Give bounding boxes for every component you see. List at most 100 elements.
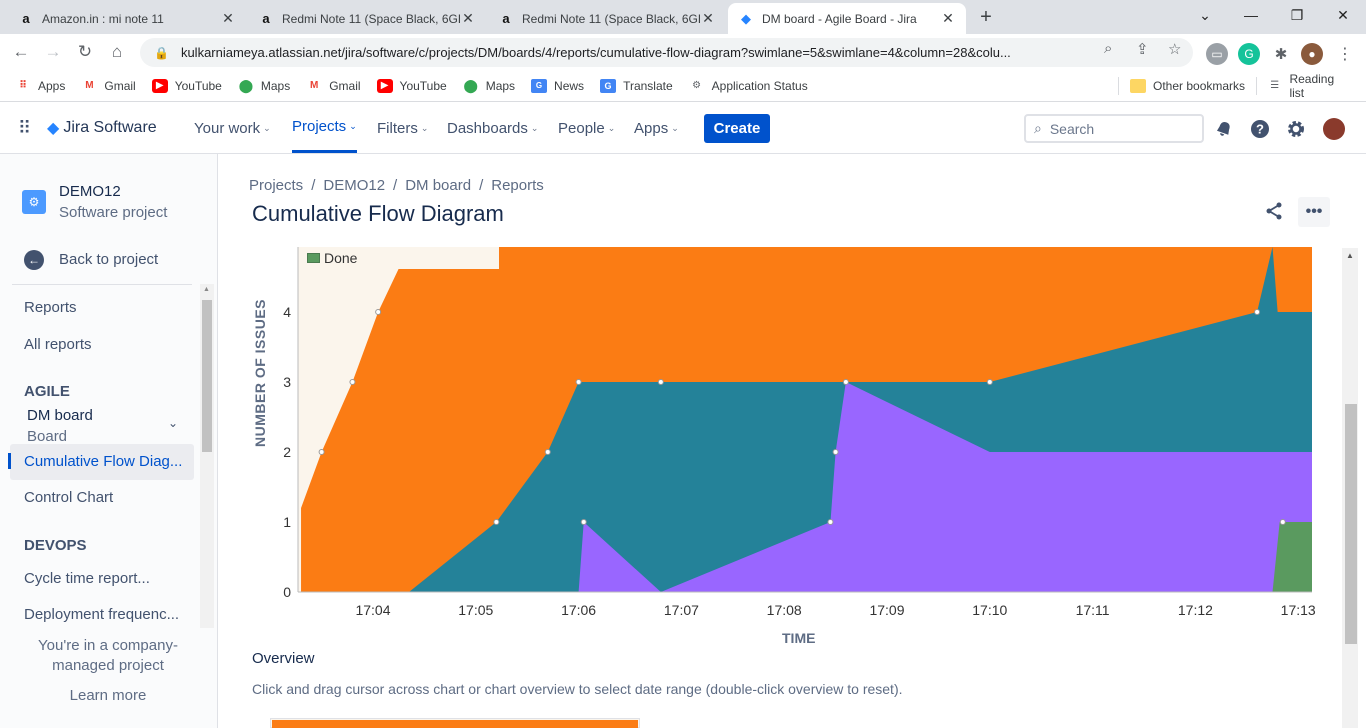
- forward-arrow-icon[interactable]: →: [40, 39, 66, 65]
- sidebar-item-cycle-time[interactable]: Cycle time report...: [24, 570, 150, 587]
- lock-icon[interactable]: 🔒: [154, 46, 169, 60]
- y-tick-label: 4: [283, 304, 291, 320]
- puzzle-extensions-icon[interactable]: ✱: [1270, 43, 1292, 65]
- chevron-down-icon[interactable]: ⌄: [168, 416, 178, 430]
- bookmark-label: YouTube: [174, 78, 222, 93]
- share-icon[interactable]: [1264, 201, 1284, 226]
- youtube-icon: ▶: [376, 78, 393, 93]
- bookmark-gmail[interactable]: M Gmail: [306, 79, 361, 93]
- breadcrumb-reports[interactable]: Reports: [491, 177, 544, 194]
- sidebar-item-control-chart[interactable]: Control Chart: [24, 489, 113, 506]
- close-icon[interactable]: ✕: [460, 10, 476, 27]
- all-reports-link[interactable]: All reports: [24, 336, 92, 353]
- project-name[interactable]: DEMO12: [59, 183, 121, 200]
- bookmark-youtube[interactable]: ▶ YouTube: [151, 78, 222, 93]
- bookmark-application-status[interactable]: ⚙ Application Status: [689, 79, 808, 93]
- app-switcher-icon[interactable]: ⠿: [18, 102, 31, 154]
- browser-tab-3[interactable]: a Redmi Note 11 (Space Black, 6GB ✕: [488, 3, 726, 34]
- jira-logo[interactable]: ◆ Jira Software: [47, 102, 157, 154]
- bookmark-news[interactable]: G News: [531, 78, 584, 93]
- bookmark-label: Gmail: [104, 78, 136, 93]
- profile-avatar[interactable]: ●: [1301, 43, 1323, 65]
- scroll-up-arrow-icon[interactable]: ▲: [203, 286, 210, 293]
- tab-title: DM board - Agile Board - Jira: [762, 11, 917, 26]
- bookmark-maps[interactable]: ⬤ Maps: [238, 78, 291, 93]
- company-managed-note: You're in a company-managed project: [38, 637, 178, 674]
- zoom-icon[interactable]: ⌕: [1104, 40, 1112, 57]
- gmail-icon: M: [310, 80, 319, 91]
- create-button[interactable]: Create: [704, 114, 770, 143]
- close-icon[interactable]: ✕: [700, 10, 716, 27]
- data-point: [986, 379, 993, 385]
- data-point: [1254, 309, 1261, 315]
- translate-icon: G: [600, 78, 617, 93]
- reports-heading: Reports: [24, 299, 77, 316]
- sidebar-item-deployment[interactable]: Deployment frequenc...: [24, 606, 179, 623]
- extension-icon[interactable]: ▭: [1206, 43, 1228, 65]
- chart-legend[interactable]: Done: [303, 247, 499, 269]
- restore-button[interactable]: ❐: [1274, 0, 1320, 30]
- minimize-button[interactable]: —: [1228, 0, 1274, 30]
- new-tab-button[interactable]: +: [973, 6, 999, 28]
- settings-gear-icon[interactable]: [1286, 119, 1306, 139]
- reading-list[interactable]: ☰ Reading list: [1267, 72, 1350, 100]
- breadcrumb-projects[interactable]: Projects: [249, 177, 303, 194]
- browser-tab-4[interactable]: ◆ DM board - Agile Board - Jira ✕: [728, 3, 966, 34]
- browser-tab-1[interactable]: a Amazon.in : mi note 11 ✕: [8, 3, 246, 34]
- nav-apps[interactable]: Apps ⌄: [634, 102, 679, 154]
- nav-filters[interactable]: Filters ⌄: [377, 102, 428, 154]
- address-bar[interactable]: 🔒 kulkarniameya.atlassian.net/jira/softw…: [140, 38, 1193, 67]
- learn-more-link[interactable]: Learn more: [20, 687, 196, 704]
- nav-projects[interactable]: Projects ⌄: [292, 102, 357, 153]
- grammarly-icon[interactable]: G: [1238, 43, 1260, 65]
- close-window-button[interactable]: ✕: [1320, 0, 1366, 30]
- project-avatar: ⚙: [22, 190, 46, 214]
- divider: [1256, 77, 1257, 95]
- data-point: [657, 379, 664, 385]
- tab-title: Amazon.in : mi note 11: [42, 11, 164, 26]
- data-point: [1279, 519, 1286, 525]
- board-name[interactable]: DM board: [27, 407, 93, 424]
- bookmark-star-icon[interactable]: ☆: [1168, 40, 1181, 58]
- back-arrow-icon[interactable]: ←: [24, 250, 44, 270]
- bookmark-apps[interactable]: ⠿ Apps: [15, 79, 65, 93]
- search-input[interactable]: ⌕ Search: [1024, 114, 1204, 143]
- back-to-project-link[interactable]: Back to project: [59, 251, 158, 268]
- cumulative-flow-chart[interactable]: 0 1 2 3 4 17:04 17:05 17:06 17:07 17:08 17:09 17:10…: [218, 244, 1342, 620]
- sidebar-scrollbar-thumb[interactable]: [202, 300, 212, 452]
- notifications-icon[interactable]: [1214, 119, 1234, 139]
- tab-search-icon[interactable]: ⌄: [1182, 0, 1228, 30]
- reload-icon[interactable]: ↻: [72, 39, 98, 65]
- active-indicator: [8, 453, 11, 469]
- bookmark-maps[interactable]: ⬤ Maps: [463, 78, 515, 93]
- share-icon[interactable]: ⇪: [1136, 40, 1149, 58]
- browser-tab-2[interactable]: a Redmi Note 11 (Space Black, 6GB ✕: [248, 3, 486, 34]
- more-actions-button[interactable]: •••: [1298, 197, 1330, 227]
- nav-people[interactable]: People ⌄: [558, 102, 615, 154]
- data-point: [493, 519, 500, 525]
- breadcrumb-project[interactable]: DEMO12: [323, 177, 385, 194]
- bookmark-label: Maps: [260, 78, 291, 93]
- bookmark-translate[interactable]: G Translate: [600, 78, 673, 93]
- close-icon[interactable]: ✕: [220, 10, 236, 27]
- y-tick-label: 2: [283, 444, 291, 460]
- bookmark-youtube[interactable]: ▶ YouTube: [376, 78, 447, 93]
- nav-your-work[interactable]: Your work ⌄: [194, 102, 271, 154]
- breadcrumb-separator: /: [479, 177, 484, 194]
- other-bookmarks[interactable]: Other bookmarks: [1130, 78, 1245, 93]
- amazon-icon: a: [22, 11, 30, 26]
- page-scrollbar-thumb[interactable]: [1345, 404, 1357, 644]
- back-arrow-icon[interactable]: ←: [8, 39, 34, 65]
- help-icon[interactable]: ?: [1250, 119, 1270, 139]
- sidebar-item-cfd[interactable]: Cumulative Flow Diag...: [24, 453, 182, 470]
- nav-dashboards[interactable]: Dashboards ⌄: [447, 102, 538, 154]
- breadcrumb-board[interactable]: DM board: [405, 177, 471, 194]
- browser-menu-icon[interactable]: ⋮: [1334, 43, 1356, 65]
- amazon-icon: a: [262, 11, 270, 26]
- chevron-down-icon: ⌄: [349, 120, 357, 131]
- user-avatar[interactable]: [1323, 118, 1345, 140]
- close-icon[interactable]: ✕: [940, 10, 956, 27]
- bookmark-gmail[interactable]: M Gmail: [81, 78, 136, 93]
- scroll-up-arrow-icon[interactable]: ▲: [1346, 251, 1354, 260]
- home-icon[interactable]: ⌂: [104, 39, 130, 65]
